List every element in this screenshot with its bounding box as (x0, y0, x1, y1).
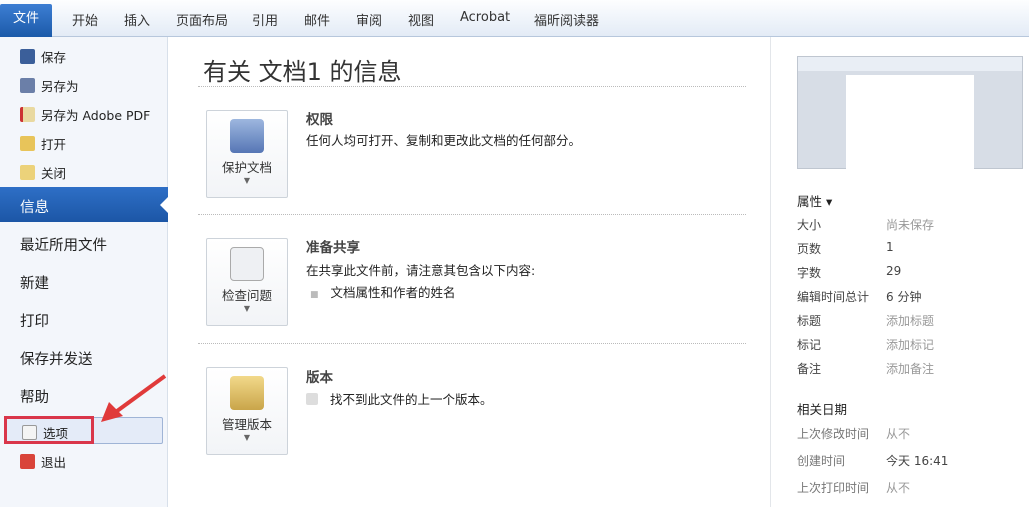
save-icon (20, 49, 35, 64)
property-label: 大小 (797, 218, 822, 232)
property-value: 尚未保存 (886, 218, 935, 232)
section-desc: 找不到此文件的上一个版本。 (306, 389, 493, 408)
tab-mailings[interactable]: 邮件 (304, 10, 330, 29)
bullet-text: 文档属性和作者的姓名 (330, 285, 456, 300)
section-desc-text: 找不到此文件的上一个版本。 (330, 392, 493, 407)
button-label: 检查问题 (221, 288, 272, 303)
folder-close-icon (20, 165, 35, 180)
page-title: 有关 文档1 的信息 (203, 58, 402, 86)
property-label: 标题 (797, 314, 822, 328)
menu-save-as-pdf[interactable]: 另存为 Adobe PDF (20, 105, 150, 124)
divider (198, 214, 746, 215)
property-label: 备注 (797, 362, 822, 376)
menu-save[interactable]: 保存 (20, 47, 66, 66)
dropdown-arrow-icon: ▼ (243, 304, 251, 313)
ribbon-tabs: 文件 开始 插入 页面布局 引用 邮件 审阅 视图 Acrobat 福昕阅读器 (0, 0, 1029, 37)
property-value[interactable]: 添加备注 (886, 360, 934, 377)
manage-versions-button[interactable]: 管理版本 ▼ (206, 367, 288, 455)
preview-page (846, 75, 974, 169)
lock-key-icon (230, 119, 264, 153)
menu-close[interactable]: 关闭 (20, 163, 66, 182)
menu-label: 打开 (41, 137, 67, 152)
menu-label: 关闭 (41, 166, 67, 181)
button-label: 管理版本 (221, 417, 272, 432)
bullet-item: ■ 文档属性和作者的姓名 (310, 282, 456, 301)
menu-print[interactable]: 打印 (20, 310, 49, 331)
section-heading: 准备共享 (306, 240, 360, 256)
annotation-red-box (4, 416, 94, 444)
menu-open[interactable]: 打开 (20, 134, 66, 153)
protect-document-button[interactable]: 保护文档 ▼ (206, 110, 288, 198)
menu-save-as[interactable]: 另存为 (20, 76, 79, 95)
tab-foxit[interactable]: 福昕阅读器 (534, 10, 599, 29)
properties-heading[interactable]: 属性 ▾ (797, 191, 832, 210)
property-label: 标记 (797, 338, 822, 352)
tab-home[interactable]: 开始 (72, 10, 98, 29)
date-label: 上次修改时间 (797, 427, 870, 441)
dropdown-arrow-icon: ▼ (243, 176, 251, 185)
pdf-icon (20, 107, 35, 122)
section-heading: 权限 (306, 112, 333, 128)
folder-open-icon (20, 136, 35, 151)
document-preview[interactable] (797, 56, 1023, 169)
menu-help[interactable]: 帮助 (20, 386, 49, 407)
property-value: 1 (886, 240, 894, 254)
tab-review[interactable]: 审阅 (356, 10, 382, 29)
menu-info[interactable]: 信息 (0, 187, 168, 222)
tab-insert[interactable]: 插入 (124, 10, 150, 29)
inspect-document-icon (230, 247, 264, 281)
exit-icon (20, 454, 35, 469)
tab-page-layout[interactable]: 页面布局 (176, 10, 228, 29)
preview-toolbar (798, 57, 1022, 71)
tab-view[interactable]: 视图 (408, 10, 434, 29)
menu-label: 退出 (41, 455, 67, 470)
related-dates-heading: 相关日期 (797, 402, 848, 417)
menu-recent[interactable]: 最近所用文件 (20, 234, 107, 255)
divider (198, 86, 746, 87)
button-label: 保护文档 (221, 160, 272, 175)
section-desc: 任何人均可打开、复制和更改此文档的任何部分。 (306, 133, 582, 148)
menu-label: 保存 (41, 50, 67, 65)
dropdown-arrow-icon: ▼ (243, 433, 251, 442)
menu-label: 另存为 Adobe PDF (41, 108, 151, 123)
date-value: 从不 (886, 481, 911, 495)
date-value: 今天 16:41 (886, 454, 949, 468)
property-value: 29 (886, 264, 902, 278)
bullet-icon: ■ (310, 290, 319, 300)
annotation-arrow (101, 374, 167, 422)
property-value[interactable]: 添加标记 (886, 336, 934, 353)
document-icon (306, 393, 318, 405)
date-value: 从不 (886, 427, 911, 441)
check-issues-button[interactable]: 检查问题 ▼ (206, 238, 288, 326)
tab-acrobat[interactable]: Acrobat (460, 10, 510, 25)
property-label: 编辑时间总计 (797, 290, 870, 304)
menu-exit[interactable]: 退出 (20, 452, 66, 471)
section-heading: 版本 (306, 370, 333, 386)
section-desc: 在共享此文件前，请注意其包含以下内容: (306, 263, 536, 278)
menu-label: 另存为 (41, 79, 79, 94)
tab-references[interactable]: 引用 (252, 10, 278, 29)
save-as-icon (20, 78, 35, 93)
property-value[interactable]: 添加标题 (886, 312, 934, 329)
date-label: 创建时间 (797, 454, 846, 468)
property-label: 页数 (797, 242, 822, 256)
property-label: 字数 (797, 266, 822, 280)
menu-save-send[interactable]: 保存并发送 (20, 348, 93, 369)
property-value: 6 分钟 (886, 290, 922, 304)
menu-new[interactable]: 新建 (20, 272, 49, 293)
tab-file[interactable]: 文件 (0, 4, 52, 37)
divider (198, 343, 746, 344)
date-label: 上次打印时间 (797, 481, 870, 495)
versions-icon (230, 376, 264, 410)
backstage-sidebar: 保存 另存为 另存为 Adobe PDF 打开 关闭 信息 最近所用文件 新建 … (0, 37, 168, 507)
